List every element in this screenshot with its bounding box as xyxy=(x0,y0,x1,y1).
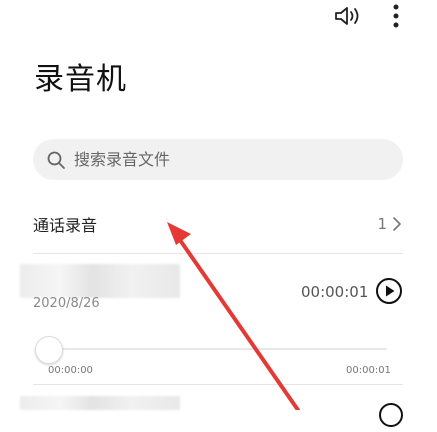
play-icon[interactable] xyxy=(375,277,403,305)
call-recordings-row[interactable]: 通话录音 1 xyxy=(33,204,403,244)
category-count: 1 xyxy=(377,215,387,233)
divider xyxy=(33,384,403,385)
search-icon xyxy=(47,151,65,169)
divider xyxy=(33,253,403,254)
total-time: 00:00:01 xyxy=(346,365,391,376)
recording-duration: 00:00:01 xyxy=(301,283,369,301)
category-label: 通话录音 xyxy=(33,216,98,235)
search-bar[interactable] xyxy=(33,139,403,180)
more-vertical-icon[interactable] xyxy=(386,2,406,30)
search-input[interactable] xyxy=(74,150,374,169)
play-icon[interactable] xyxy=(378,402,404,428)
redacted-recording-name xyxy=(20,264,180,298)
speaker-icon[interactable] xyxy=(332,4,364,28)
progress-track[interactable] xyxy=(49,348,387,350)
elapsed-time: 00:00:00 xyxy=(48,365,93,376)
page-title: 录音机 xyxy=(34,62,127,97)
progress-slider-knob[interactable] xyxy=(35,336,63,364)
chevron-right-icon xyxy=(393,217,401,231)
recording-date: 2020/8/26 xyxy=(33,296,100,311)
redacted-recording-name xyxy=(20,396,180,410)
